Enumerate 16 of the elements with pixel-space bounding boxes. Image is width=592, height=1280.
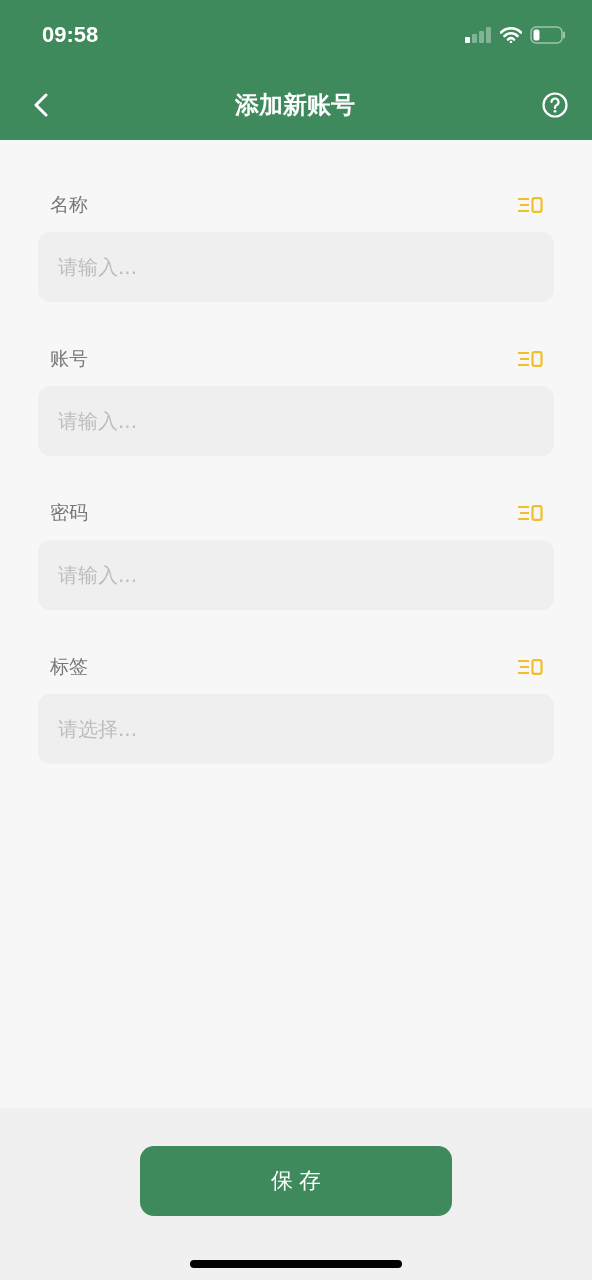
save-button[interactable]: 保 存 [140,1146,452,1216]
field-label: 密码 [50,500,88,525]
field-label: 标签 [50,654,88,679]
lines-box-icon[interactable] [517,197,543,213]
lines-box-icon[interactable] [517,505,543,521]
wifi-icon [500,27,522,43]
page-title: 添加新账号 [235,90,355,121]
lines-box-icon[interactable] [517,659,543,675]
battery-icon [530,26,566,44]
lines-box-icon[interactable] [517,351,543,367]
signal-icon [465,27,492,43]
field-label: 名称 [50,192,88,217]
field-label: 账号 [50,346,88,371]
help-icon[interactable] [542,92,568,118]
back-icon[interactable] [34,93,48,117]
status-time: 09:58 [42,22,99,48]
